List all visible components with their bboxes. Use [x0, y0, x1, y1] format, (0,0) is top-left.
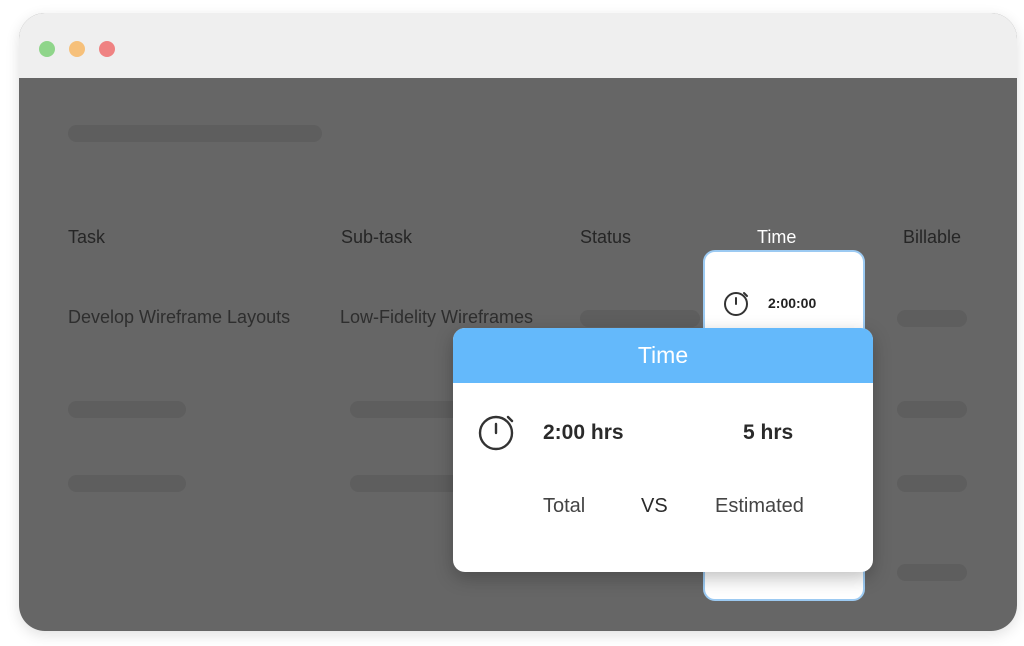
window-yellow-dot[interactable] — [69, 41, 85, 57]
window-green-dot[interactable] — [39, 41, 55, 57]
row2-task-placeholder — [68, 401, 186, 418]
vs-label: VS — [641, 495, 668, 517]
row1-task: Develop Wireframe Layouts — [68, 307, 291, 327]
content-area: Task Sub-task Status Time Billable Devel… — [19, 78, 1017, 631]
title-bar — [19, 13, 1017, 78]
stopwatch-icon — [477, 412, 517, 457]
row3-subtask-placeholder — [350, 475, 460, 492]
total-time-value: 2:00 hrs — [543, 421, 624, 444]
total-label: Total — [543, 495, 586, 517]
row1-status-placeholder — [580, 310, 700, 327]
row1-time-value: 2:00:00 — [768, 295, 817, 311]
header-status: Status — [580, 227, 632, 247]
header-billable: Billable — [903, 227, 962, 247]
header-task: Task — [68, 227, 106, 247]
row1-subtask: Low-Fidelity Wireframes — [340, 307, 534, 327]
stopwatch-icon — [723, 289, 751, 322]
title-placeholder — [68, 125, 322, 142]
row2-subtask-placeholder — [350, 401, 460, 418]
time-popup: Time 2:00 hrs 5 hrs Total VS Estimated — [453, 328, 873, 572]
header-subtask: Sub-task — [341, 227, 413, 247]
estimated-time-value: 5 hrs — [743, 421, 794, 444]
popup-title: Time — [453, 328, 873, 383]
row3-task-placeholder — [68, 475, 186, 492]
app-window: Task Sub-task Status Time Billable Devel… — [19, 13, 1017, 631]
estimated-label: Estimated — [715, 495, 804, 517]
row4-billable-placeholder — [897, 564, 967, 581]
row2-billable-placeholder — [897, 401, 967, 418]
row1-billable-placeholder — [897, 310, 967, 327]
window-red-dot[interactable] — [99, 41, 115, 57]
header-time: Time — [757, 227, 797, 247]
row3-billable-placeholder — [897, 475, 967, 492]
